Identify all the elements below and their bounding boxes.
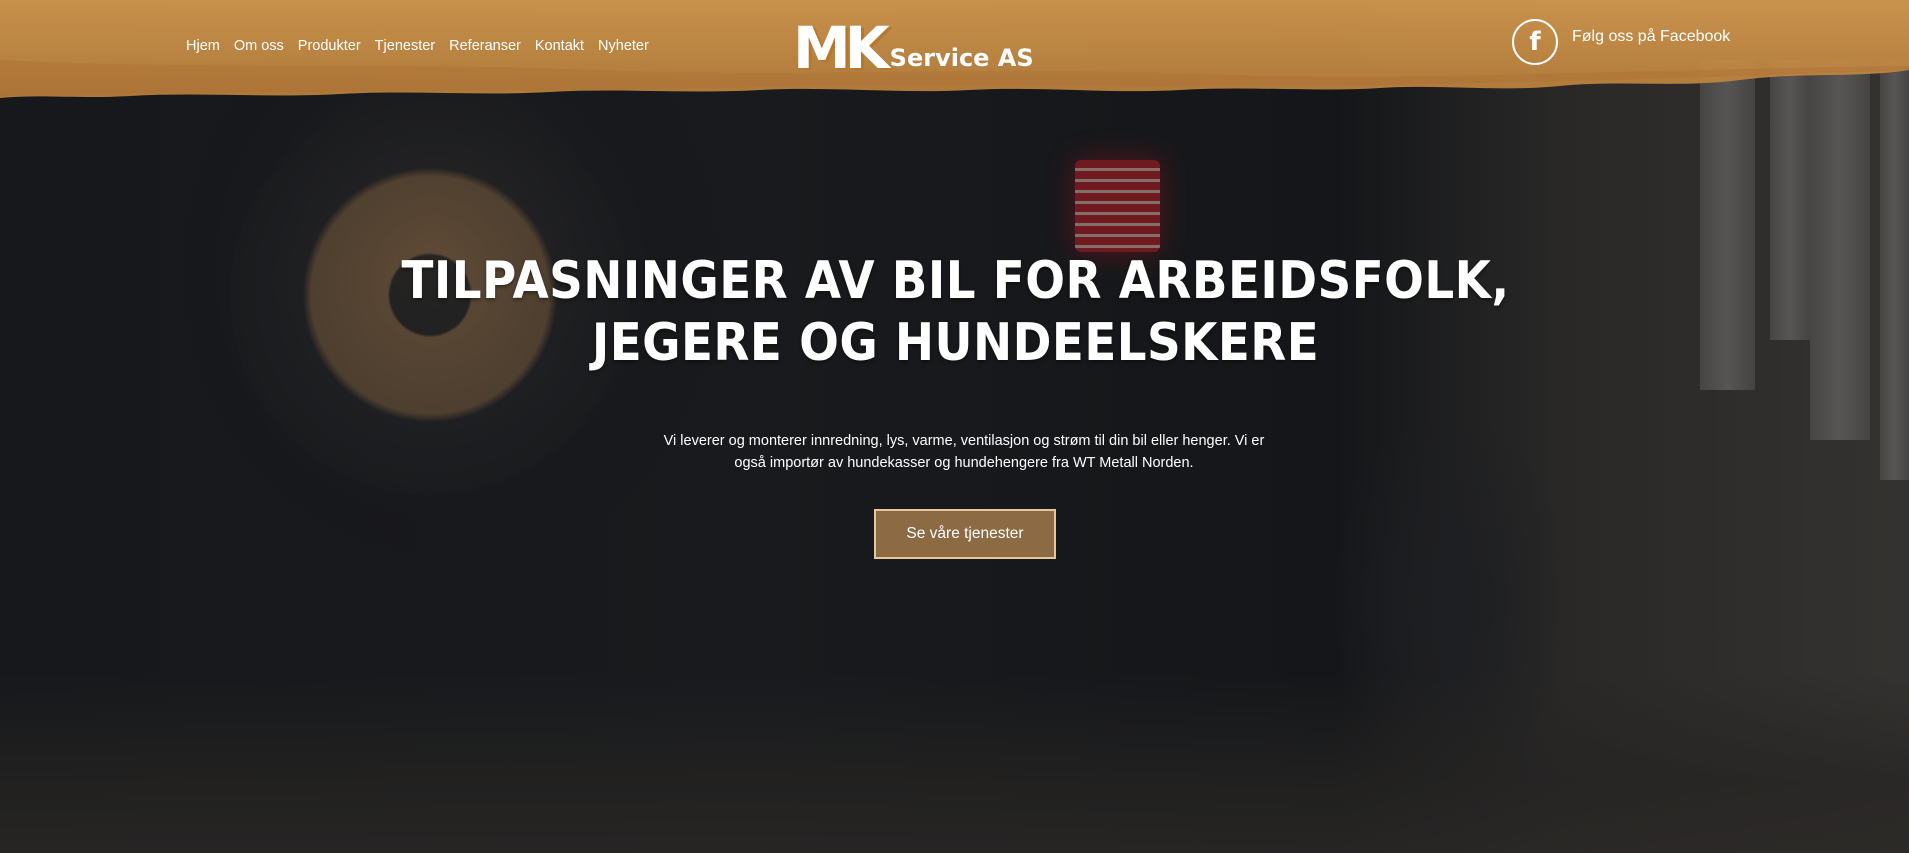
facebook-icon[interactable]: f (1512, 19, 1558, 65)
facebook-label[interactable]: Følg oss på Facebook (1572, 28, 1730, 46)
nav-item-nyheter[interactable]: Nyheter (598, 38, 649, 54)
hero-background-image (0, 0, 1909, 853)
services-button[interactable]: Se våre tjenester (874, 509, 1056, 559)
main-nav: Hjem Om oss Produkter Tjenester Referans… (186, 38, 649, 54)
nav-item-tjenester[interactable]: Tjenester (375, 38, 435, 54)
nav-item-referanser[interactable]: Referanser (449, 38, 521, 54)
logo-mark: MK (793, 14, 890, 82)
nav-item-kontakt[interactable]: Kontakt (535, 38, 584, 54)
hero-title-line-2: JEGERE OG HUNDEELSKERE (591, 313, 1320, 373)
logo-text: Service AS (889, 44, 1034, 72)
hero-description: Vi leverer og monterer innredning, lys, … (660, 430, 1268, 474)
hero-title-line-1: TILPASNINGER AV BIL FOR ARBEIDSFOLK, (401, 251, 1510, 311)
hero-description-line-1: Vi leverer og monterer innredning, lys, … (663, 433, 1265, 449)
hero-description-line-2: også importør av hundekasser og hundehen… (734, 455, 1194, 471)
nav-item-produkter[interactable]: Produkter (298, 38, 361, 54)
nav-item-om-oss[interactable]: Om oss (234, 38, 284, 54)
nav-item-hjem[interactable]: Hjem (186, 38, 220, 54)
hero-title: TILPASNINGER AV BIL FOR ARBEIDSFOLK, JEG… (97, 250, 1815, 374)
facebook-link[interactable]: f Følg oss på Facebook (1512, 19, 1730, 65)
logo[interactable]: MK Service AS (793, 14, 1034, 82)
page: Hjem Om oss Produkter Tjenester Referans… (0, 0, 1909, 853)
dark-overlay (0, 0, 1909, 853)
